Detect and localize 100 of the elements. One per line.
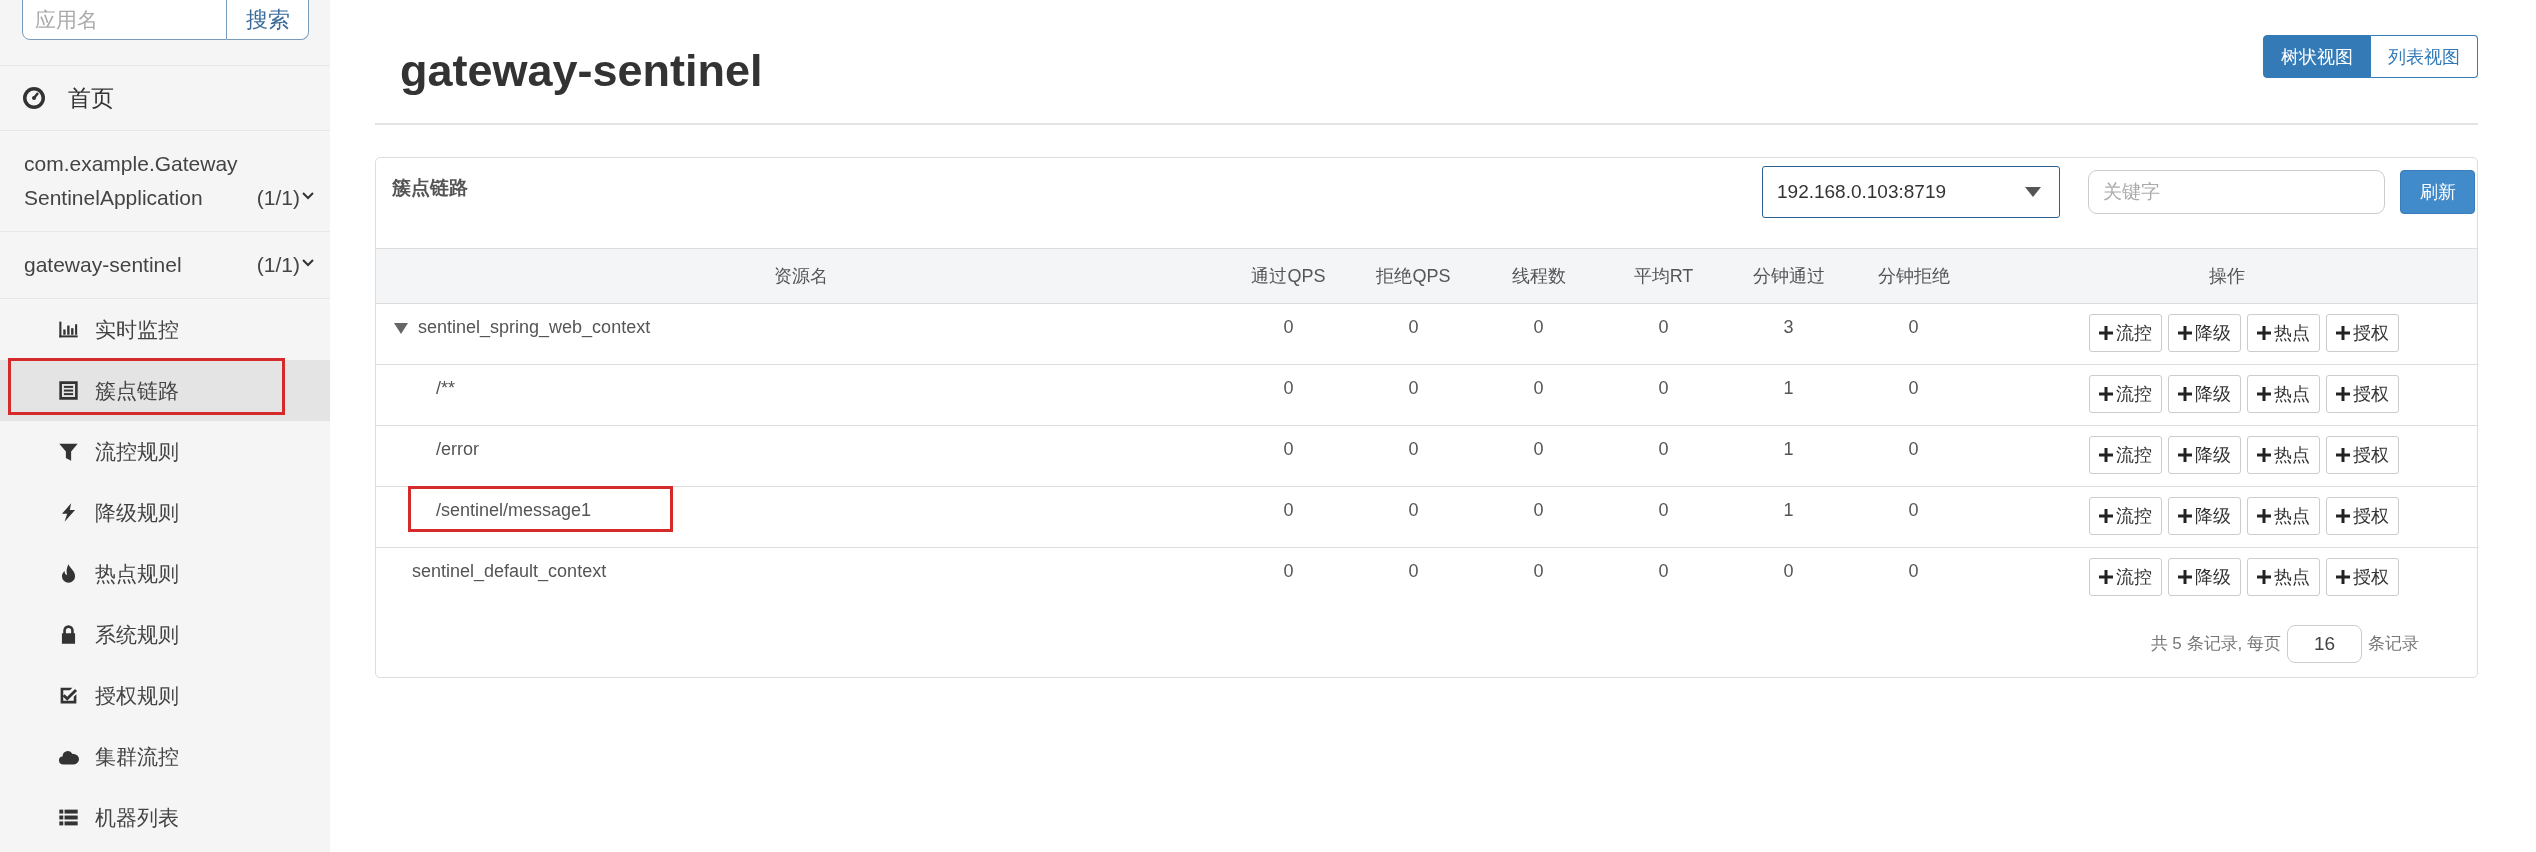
filter-icon xyxy=(58,441,79,462)
add-rule-button[interactable]: 降级 xyxy=(2168,558,2241,596)
add-rule-button[interactable]: 热点 xyxy=(2247,436,2320,474)
sidebar-label: 授权规则 xyxy=(95,682,179,709)
page-title: gateway-sentinel xyxy=(400,45,763,97)
add-rule-button[interactable]: 授权 xyxy=(2326,558,2399,596)
app-name[interactable]: com.example.GatewaySentinelApplication xyxy=(24,147,247,215)
column-header: 线程数 xyxy=(1511,266,1566,286)
machine-count: (1/1) xyxy=(256,252,300,278)
plus-icon xyxy=(2099,448,2113,462)
add-rule-button[interactable]: 授权 xyxy=(2326,436,2399,474)
sidebar-item[interactable]: 降级规则 xyxy=(0,482,330,543)
plus-icon xyxy=(2178,509,2192,523)
plus-icon xyxy=(2178,326,2192,340)
sidebar-item[interactable]: 簇点链路 xyxy=(0,360,330,421)
plus-icon xyxy=(2178,570,2192,584)
sidebar-item[interactable]: 集群流控 xyxy=(0,726,330,787)
table-cell: 0 xyxy=(1533,500,1544,520)
table-cell: 0 xyxy=(1283,317,1294,337)
add-rule-button[interactable]: 热点 xyxy=(2247,314,2320,352)
plus-icon xyxy=(2099,387,2113,401)
table-cell: 0 xyxy=(1908,439,1919,459)
sidebar-item[interactable]: 热点规则 xyxy=(0,543,330,604)
add-rule-button[interactable]: 流控 xyxy=(2089,497,2162,535)
column-header: 操作 xyxy=(2208,266,2245,286)
add-rule-button[interactable]: 热点 xyxy=(2247,497,2320,535)
list-icon xyxy=(58,807,79,828)
sidebar-item[interactable]: 授权规则 xyxy=(0,665,330,726)
sidebar-item[interactable]: 实时监控 xyxy=(0,299,330,360)
table-cell: 0 xyxy=(1283,439,1294,459)
add-rule-button[interactable]: 降级 xyxy=(2168,375,2241,413)
view-toggle-button[interactable]: 列表视图 xyxy=(2371,35,2478,78)
table-cell: 0 xyxy=(1408,561,1419,581)
sidebar-label: 集群流控 xyxy=(95,743,179,770)
chevron-down-icon[interactable] xyxy=(302,191,314,201)
plus-icon xyxy=(2257,326,2271,340)
add-rule-button[interactable]: 降级 xyxy=(2168,314,2241,352)
home-link[interactable]: 首页 xyxy=(68,82,114,114)
add-rule-button[interactable]: 热点 xyxy=(2247,375,2320,413)
resource-name: /sentinel/message1 xyxy=(436,500,592,521)
resource-name: sentinel_spring_web_context xyxy=(418,317,651,338)
plus-icon xyxy=(2336,448,2350,462)
column-header: 平均RT xyxy=(1633,266,1694,286)
page-size-field[interactable]: 16 xyxy=(2287,624,2362,663)
keyword-field[interactable]: 关键字 xyxy=(2088,170,2385,214)
add-rule-button[interactable]: 流控 xyxy=(2089,558,2162,596)
caret-icon xyxy=(2025,187,2041,197)
table-cell: 0 xyxy=(1658,561,1669,581)
table-cell: 0 xyxy=(1658,500,1669,520)
add-rule-button[interactable]: 降级 xyxy=(2168,497,2241,535)
table-cell: 0 xyxy=(1908,317,1919,337)
view-toggle-button[interactable]: 树状视图 xyxy=(2263,35,2371,78)
add-rule-button[interactable]: 热点 xyxy=(2247,558,2320,596)
add-rule-button[interactable]: 授权 xyxy=(2326,314,2399,352)
table-cell: 3 xyxy=(1783,317,1794,337)
list-icon xyxy=(58,380,79,401)
table-cell: 0 xyxy=(1533,561,1544,581)
table-cell: 0 xyxy=(1783,561,1794,581)
add-rule-button[interactable]: 流控 xyxy=(2089,314,2162,352)
sidebar-item[interactable]: 系统规则 xyxy=(0,604,330,665)
app-search-field[interactable]: 应用名 xyxy=(22,0,227,40)
plus-icon xyxy=(2336,570,2350,584)
sidebar-label: 流控规则 xyxy=(95,438,179,465)
plus-icon xyxy=(2099,570,2113,584)
resource-name: /error xyxy=(436,439,479,460)
table-cell: 0 xyxy=(1408,500,1419,520)
sidebar-item[interactable]: 机器列表 xyxy=(0,787,330,848)
table-cell: 0 xyxy=(1533,439,1544,459)
search-button[interactable]: 搜索 xyxy=(227,0,309,40)
table-cell: 0 xyxy=(1533,378,1544,398)
bar-chart-icon xyxy=(58,319,79,340)
column-header: 分钟通过 xyxy=(1752,266,1825,286)
add-rule-button[interactable]: 授权 xyxy=(2326,375,2399,413)
column-header: 通过QPS xyxy=(1251,266,1326,286)
plus-icon xyxy=(2099,326,2113,340)
plus-icon xyxy=(2257,509,2271,523)
resource-name: sentinel_default_context xyxy=(412,561,607,582)
table-cell: 0 xyxy=(1408,317,1419,337)
checkbox-icon xyxy=(58,685,79,706)
table-cell: 0 xyxy=(1908,561,1919,581)
plus-icon xyxy=(2257,570,2271,584)
add-rule-button[interactable]: 流控 xyxy=(2089,436,2162,474)
table-cell: 0 xyxy=(1408,378,1419,398)
collapse-triangle-icon[interactable] xyxy=(394,321,408,334)
plus-icon xyxy=(2099,509,2113,523)
chevron-down-icon[interactable] xyxy=(302,258,314,268)
add-rule-button[interactable]: 授权 xyxy=(2326,497,2399,535)
refresh-button[interactable]: 刷新 xyxy=(2400,170,2475,214)
table-cell: 0 xyxy=(1283,561,1294,581)
table-cell: 0 xyxy=(1658,317,1669,337)
table-cell: 0 xyxy=(1658,439,1669,459)
table-cell: 0 xyxy=(1908,378,1919,398)
sidebar-label: 热点规则 xyxy=(95,560,179,587)
sidebar-item[interactable]: 流控规则 xyxy=(0,421,330,482)
add-rule-button[interactable]: 流控 xyxy=(2089,375,2162,413)
add-rule-button[interactable]: 降级 xyxy=(2168,436,2241,474)
plus-icon xyxy=(2336,509,2350,523)
app-name[interactable]: gateway-sentinel xyxy=(24,248,247,282)
machine-dropdown[interactable]: 192.168.0.103:8719 xyxy=(1762,166,2060,218)
dashboard-icon xyxy=(22,86,46,110)
